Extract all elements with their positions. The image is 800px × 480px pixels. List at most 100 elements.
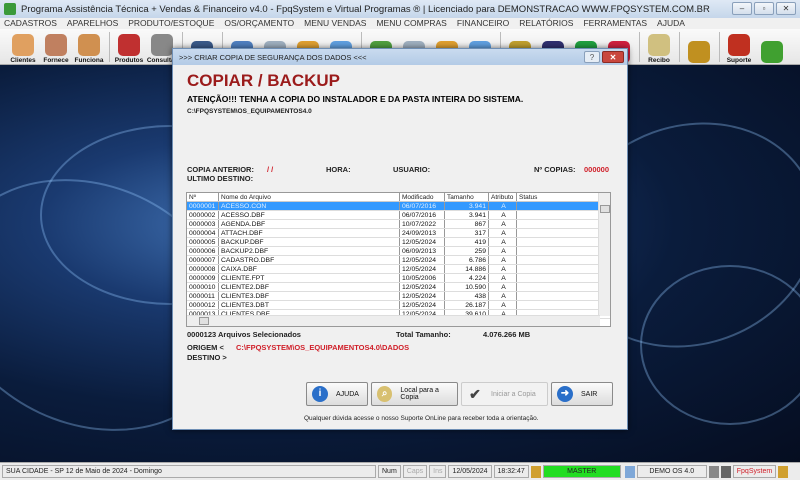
toolbar-button-19[interactable] — [684, 30, 714, 64]
table-cell: 12/05/2024 — [400, 265, 445, 273]
printer-icon[interactable] — [708, 465, 719, 478]
brand-icon — [778, 465, 789, 478]
column-header[interactable]: Modificado — [400, 193, 445, 201]
table-cell: 0000008 — [187, 265, 219, 273]
toolbar-button-fornece[interactable]: Fornece — [41, 30, 71, 64]
table-cell: BACKUP.DBF — [219, 238, 400, 246]
monitor-icon[interactable] — [720, 465, 731, 478]
table-cell: CLIENTE3.DBT — [219, 301, 400, 309]
table-row[interactable]: 0000003 AGENDA.DBF 10/07/2022 867 A — [187, 220, 610, 229]
vertical-scrollbar[interactable] — [598, 193, 610, 316]
toolbar-button-21[interactable] — [757, 30, 787, 64]
dialog-close-button[interactable]: ✕ — [602, 51, 624, 63]
database-icon — [624, 465, 635, 478]
sair-button[interactable]: ➜ SAIR — [551, 382, 613, 406]
menu-item[interactable]: RELATÓRIOS — [519, 18, 573, 29]
menu-item[interactable]: AJUDA — [657, 18, 685, 29]
produtos-icon — [118, 34, 140, 56]
table-cell: 0000011 — [187, 292, 219, 300]
menu-item[interactable]: FINANCEIRO — [457, 18, 509, 29]
toolbar-separator — [719, 32, 720, 62]
local-copia-label: Local para a Copia — [400, 387, 439, 401]
check-icon: ✔ — [469, 386, 481, 402]
table-row[interactable]: 0000008 CAIXA.DBF 12/05/2024 14.886 A — [187, 265, 610, 274]
table-row[interactable]: 0000007 CADASTRO.DBF 12/05/2024 6.786 A — [187, 256, 610, 265]
dialog-help-button[interactable]: ? — [584, 51, 600, 63]
table-cell: A — [489, 211, 517, 219]
close-button[interactable]: ✕ — [776, 2, 796, 15]
horizontal-scrollbar[interactable] — [187, 315, 600, 326]
table-cell: A — [489, 220, 517, 228]
toolbar-button-funciona[interactable]: Funciona — [74, 30, 104, 64]
system-path: C:\FPQSYSTEM\OS_EQUIPAMENTOS4.0 — [187, 108, 312, 115]
suporte-icon — [728, 34, 750, 56]
status-time: 18:32:47 — [493, 465, 529, 478]
copia-anterior-value: / / — [267, 165, 274, 174]
ajuda-button[interactable]: i AJUDA — [306, 382, 368, 406]
menu-item[interactable]: MENU VENDAS — [304, 18, 366, 29]
app-icon — [4, 3, 16, 15]
table-row[interactable]: 0000006 BACKUP2.DBF 06/09/2013 259 A — [187, 247, 610, 256]
table-cell: 317 — [445, 229, 489, 237]
toolbar-button-produtos[interactable]: Produtos — [114, 30, 144, 64]
menu-item[interactable]: FERRAMENTAS — [583, 18, 647, 29]
total-value: 4.076.266 MB — [483, 330, 531, 339]
menu-item[interactable]: PRODUTO/ESTOQUE — [128, 18, 214, 29]
table-cell: 438 — [445, 292, 489, 300]
table-cell — [517, 202, 599, 210]
table-row[interactable]: 0000005 BACKUP.DBF 12/05/2024 419 A — [187, 238, 610, 247]
destino-label: DESTINO > — [187, 353, 227, 362]
file-list-table[interactable]: Nº Nome do Arquivo Modificado Tamanho Atribu… — [186, 192, 611, 327]
table-cell: 0000005 — [187, 238, 219, 246]
table-row[interactable]: 0000010 CLIENTE2.DBF 12/05/2024 10.590 A — [187, 283, 610, 292]
menu-item[interactable]: OS/ORÇAMENTO — [224, 18, 294, 29]
table-cell: CADASTRO.DBF — [219, 256, 400, 264]
table-row[interactable]: 0000004 ATTACH.DBF 24/09/2013 317 A — [187, 229, 610, 238]
table-cell: A — [489, 238, 517, 246]
column-header[interactable]: Status — [517, 193, 599, 201]
table-cell: 06/09/2013 — [400, 247, 445, 255]
maximize-button[interactable]: ▫ — [754, 2, 774, 15]
table-cell — [517, 274, 599, 282]
total-label: Total Tamanho: — [396, 330, 451, 339]
ncopias-label: Nº COPIAS: — [534, 165, 576, 174]
menu-item[interactable]: APARELHOS — [67, 18, 118, 29]
title-bar: Programa Assistência Técnica + Vendas & … — [0, 0, 800, 18]
window-title: Programa Assistência Técnica + Vendas & … — [21, 3, 710, 15]
column-header[interactable]: Nº — [187, 193, 219, 201]
toolbar-label: Suporte — [726, 57, 752, 64]
table-cell — [517, 247, 599, 255]
table-header: Nº Nome do Arquivo Modificado Tamanho Atribu… — [187, 193, 610, 202]
ncopias-value: 000000 — [584, 165, 610, 174]
table-cell: 259 — [445, 247, 489, 255]
tool-icon — [761, 41, 783, 63]
table-row[interactable]: 0000001 ACESSO.CON 06/07/2016 3.941 A — [187, 202, 610, 211]
table-cell: 12/05/2024 — [400, 292, 445, 300]
info-icon: i — [312, 386, 328, 402]
toolbar-button-recibo[interactable]: Recibo — [644, 30, 674, 64]
table-row[interactable]: 0000012 CLIENTE3.DBT 12/05/2024 26.187 A — [187, 301, 610, 310]
table-cell: 0000003 — [187, 220, 219, 228]
status-brand: FpqSystem — [732, 465, 777, 478]
table-cell: A — [489, 283, 517, 291]
toolbar-button-suporte[interactable]: Suporte — [724, 30, 754, 64]
table-row[interactable]: 0000002 ACESSO.DBF 06/07/2016 3.941 A — [187, 211, 610, 220]
column-header[interactable]: Atributo — [489, 193, 517, 201]
table-cell: 0000007 — [187, 256, 219, 264]
column-header[interactable]: Nome do Arquivo — [219, 193, 400, 201]
column-header[interactable]: Tamanho — [445, 193, 489, 201]
table-cell — [517, 238, 599, 246]
ajuda-label: AJUDA — [336, 390, 359, 398]
menu-item[interactable]: MENU COMPRAS — [376, 18, 446, 29]
table-cell — [517, 229, 599, 237]
local-copia-button[interactable]: ⌕ Local para a Copia — [371, 382, 458, 406]
toolbar-button-clientes[interactable]: Clientes — [8, 30, 38, 64]
menu-item[interactable]: CADASTROS — [4, 18, 57, 29]
table-cell — [517, 265, 599, 273]
minimize-button[interactable]: – — [732, 2, 752, 15]
table-cell: A — [489, 292, 517, 300]
table-row[interactable]: 0000011 CLIENTE3.DBF 12/05/2024 438 A — [187, 292, 610, 301]
table-row[interactable]: 0000009 CLIENTE.FPT 10/05/2006 4.224 A — [187, 274, 610, 283]
table-cell: A — [489, 202, 517, 210]
recibo-icon — [648, 34, 670, 56]
